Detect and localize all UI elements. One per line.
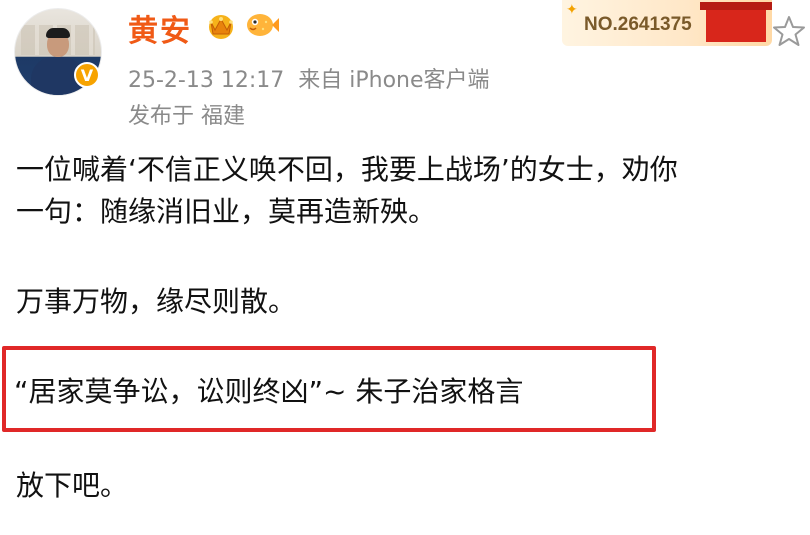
quoted-saying: “居家莫争讼，讼则终凶”~ 朱子治家格言 bbox=[14, 375, 524, 408]
puffer-fish-icon bbox=[247, 14, 279, 36]
sparkle-icon: ✦ bbox=[566, 2, 578, 18]
username[interactable]: 黄安 bbox=[128, 6, 192, 50]
crown-icon bbox=[209, 15, 233, 39]
weibo-post: V 黄安 25-2-13 12:17 来自 iPhone客户端 发布于 福建 ✦ … bbox=[0, 0, 810, 535]
post-location: 发布于 福建 bbox=[128, 104, 245, 129]
post-text-line: 一位喊着‘不信正义唤不回，我要上战场’的女士，劝你 bbox=[16, 153, 678, 186]
verified-badge: V bbox=[74, 62, 100, 88]
post-source[interactable]: 来自 iPhone客户端 bbox=[298, 68, 489, 93]
gate-icon bbox=[700, 2, 772, 42]
post-time: 25-2-13 12:17 bbox=[128, 68, 285, 93]
fan-number: NO.2641375 bbox=[584, 14, 692, 35]
fan-badge-card[interactable]: ✦ NO.2641375 bbox=[562, 0, 772, 46]
post-text-line: 放下吧。 bbox=[16, 469, 129, 502]
favorite-star-icon[interactable] bbox=[772, 14, 806, 48]
post-meta: 25-2-13 12:17 来自 iPhone客户端 bbox=[128, 62, 490, 94]
post-text-line: 一句：随缘消旧业，莫再造新殃。 bbox=[16, 195, 437, 228]
post-text-line: 万事万物，缘尽则散。 bbox=[16, 285, 297, 318]
avatar-hair bbox=[46, 28, 70, 38]
